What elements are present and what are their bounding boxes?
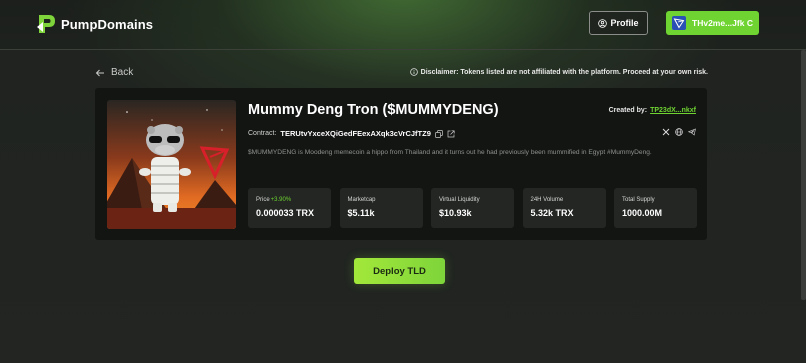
deploy-tld-button[interactable]: Deploy TLD bbox=[354, 258, 445, 284]
stat-label: Total Supply bbox=[622, 197, 655, 203]
disclaimer: Disclaimer: Tokens listed are not affili… bbox=[409, 68, 708, 76]
x-icon[interactable] bbox=[662, 128, 670, 136]
logo-icon bbox=[37, 15, 55, 33]
stat-value: 0.000033 TRX bbox=[256, 208, 315, 218]
globe-icon[interactable] bbox=[675, 128, 683, 136]
profile-label: Profile bbox=[610, 18, 639, 28]
contract-address: TERUtvYxceXQiGedFEexAXqk3cVrCJfTZ9 bbox=[280, 129, 431, 138]
created-by-label: Created by: bbox=[608, 107, 648, 114]
stat-value: $5.11k bbox=[347, 208, 375, 218]
wallet-address: THv2me...Jfk C bbox=[692, 18, 753, 28]
token-card: Mummy Deng Tron ($MUMMYDENG) Created by:… bbox=[95, 88, 707, 240]
stat-total-supply: Total Supply 1000.00M bbox=[614, 188, 697, 228]
token-image bbox=[107, 100, 236, 229]
token-description: $MUMMYDENG is Moodeng memecoin a hippo f… bbox=[248, 149, 652, 156]
created-by: Created by: TP23dX...nkxf bbox=[609, 107, 696, 114]
scrollbar[interactable] bbox=[801, 50, 806, 300]
stat-value: $10.93k bbox=[439, 208, 472, 218]
header-divider bbox=[0, 49, 806, 50]
back-label: Back bbox=[111, 67, 134, 78]
stat-value: 1000.00M bbox=[622, 208, 663, 218]
info-circle-icon bbox=[409, 68, 418, 76]
price-change: +3.90% bbox=[270, 197, 292, 203]
stat-label: Price bbox=[256, 197, 270, 203]
contract-label: Contract: bbox=[248, 130, 277, 137]
stat-24h-volume: 24H Volume 5.32k TRX bbox=[522, 188, 606, 228]
stats-row: Price+3.90% 0.000033 TRX Marketcap $5.11… bbox=[248, 188, 697, 228]
brand-name: PumpDomains bbox=[61, 16, 154, 32]
stat-virtual-liquidity: Virtual Liquidity $10.93k bbox=[431, 188, 514, 228]
back-button[interactable]: Back bbox=[95, 67, 133, 78]
tron-wallet-icon bbox=[672, 16, 687, 30]
brand-logo[interactable]: PumpDomains bbox=[37, 13, 153, 35]
external-link-icon[interactable] bbox=[447, 129, 455, 138]
stat-label: Marketcap bbox=[347, 197, 376, 203]
stat-value: 5.32k TRX bbox=[530, 208, 574, 218]
arrow-left-icon bbox=[95, 69, 104, 76]
creator-link[interactable]: TP23dX...nkxf bbox=[650, 107, 696, 114]
user-circle-icon bbox=[598, 18, 608, 28]
wallet-button[interactable]: THv2me...Jfk C bbox=[666, 11, 759, 35]
contract-row: Contract: TERUtvYxceXQiGedFEexAXqk3cVrCJ… bbox=[248, 129, 455, 138]
stat-marketcap: Marketcap $5.11k bbox=[339, 188, 423, 228]
stat-label: Virtual Liquidity bbox=[439, 197, 480, 203]
telegram-icon[interactable] bbox=[688, 128, 696, 136]
disclaimer-text: Disclaimer: Tokens listed are not affili… bbox=[420, 68, 708, 76]
stat-price: Price+3.90% 0.000033 TRX bbox=[248, 188, 331, 228]
token-title: Mummy Deng Tron ($MUMMYDENG) bbox=[248, 102, 499, 118]
copy-icon[interactable] bbox=[435, 129, 443, 138]
social-links bbox=[657, 128, 696, 136]
top-navbar: PumpDomains Profile THv2me...Jfk C bbox=[0, 0, 806, 49]
profile-button[interactable]: Profile bbox=[589, 11, 648, 35]
stat-label: 24H Volume bbox=[530, 197, 564, 203]
